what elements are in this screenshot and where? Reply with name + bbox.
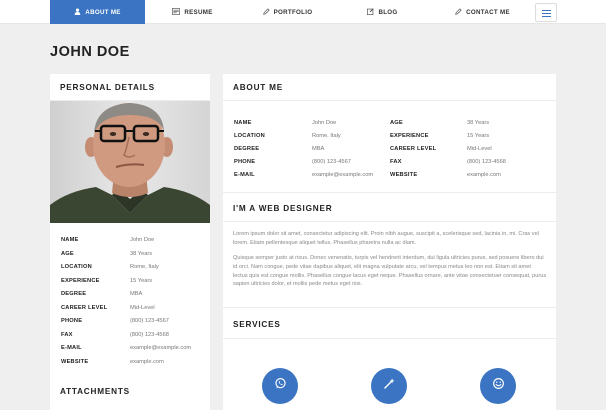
hamburger-menu-icon[interactable]	[535, 3, 557, 22]
detail-row-experience: EXPERIENCE 15 Years	[61, 277, 153, 284]
page-title: JOHN DOE	[50, 44, 130, 60]
top-navigation: ABOUT ME RESUME PORTFOLIO BLOG CONTACT M…	[0, 0, 606, 24]
detail-row-name: NAME John Doe	[61, 237, 155, 243]
nav-resume[interactable]: RESUME	[150, 0, 235, 24]
detail-row-career-level: CAREER LEVEL Mid-Level	[61, 304, 155, 311]
detail-row-fax: FAX (800) 123-4568	[61, 331, 169, 338]
personal-details-heading: PERSONAL DETAILS	[50, 74, 210, 101]
about-email-link[interactable]: example@example.com	[312, 172, 373, 178]
detail-row-phone: PHONE (800) 123-4567	[61, 318, 169, 324]
about-me-card: ABOUT ME NAME John Doe LOCATION Rome, It…	[223, 74, 556, 410]
whatsapp-icon	[274, 377, 287, 395]
personal-details-card: PERSONAL DETAILS NAME John Doe AGE 38 Ye…	[50, 74, 210, 378]
service-whatsapp[interactable]	[262, 368, 298, 404]
divider	[223, 338, 556, 339]
nav-about-me[interactable]: ABOUT ME	[50, 0, 145, 24]
nav-portfolio[interactable]: PORTFOLIO	[245, 0, 330, 24]
detail-row-email: E-MAIL example@example.com	[61, 345, 192, 351]
service-smiley[interactable]	[480, 368, 516, 404]
attachments-heading: ATTACHMENTS	[60, 387, 130, 396]
smiley-icon	[492, 377, 505, 395]
detail-row-website: WEBSITE example.com	[61, 358, 164, 365]
user-icon	[74, 7, 81, 17]
magic-wand-icon	[383, 377, 396, 395]
edit-icon	[367, 7, 375, 17]
services-heading: SERVICES	[233, 320, 281, 329]
detail-row-degree: DEGREE MBA	[61, 291, 143, 297]
divider	[223, 221, 556, 222]
pencil-icon	[262, 7, 270, 17]
resume-icon	[172, 7, 181, 17]
web-designer-heading: I'M A WEB DESIGNER	[233, 204, 333, 213]
nav-blog[interactable]: BLOG	[340, 0, 425, 24]
divider	[223, 307, 556, 308]
detail-row-location: LOCATION Rome, Italy	[61, 264, 159, 270]
nav-contact-me[interactable]: CONTACT ME	[435, 0, 530, 24]
intro-paragraph: Lorem ipsum dolor sit amet, consectetur …	[233, 231, 539, 246]
attachments-card: ATTACHMENTS	[50, 378, 210, 410]
about-me-heading: ABOUT ME	[223, 74, 556, 101]
divider	[223, 192, 556, 193]
service-magic-wand[interactable]	[371, 368, 407, 404]
about-website-link[interactable]: example.com	[467, 172, 501, 178]
profile-photo	[50, 101, 210, 223]
pencil-icon	[455, 7, 462, 17]
detail-row-age: AGE 38 Years	[61, 250, 153, 257]
bio-paragraph: Quisque semper justo at risus. Donec ven…	[233, 255, 547, 288]
